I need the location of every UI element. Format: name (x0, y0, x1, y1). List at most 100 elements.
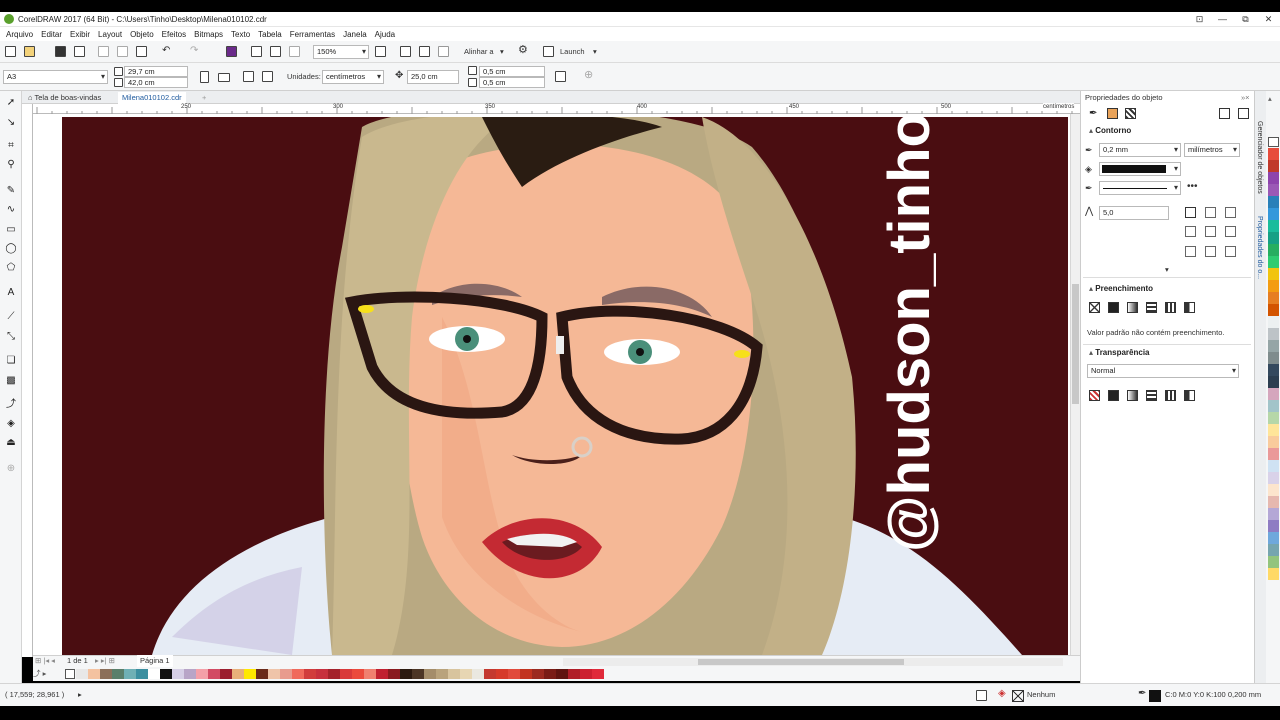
import-icon[interactable] (251, 46, 262, 57)
color-swatch[interactable] (424, 669, 436, 679)
color-swatch[interactable] (88, 669, 100, 679)
cap-square-icon[interactable] (1225, 226, 1236, 237)
fountain-transparency-icon[interactable] (1127, 390, 1138, 401)
restore-button[interactable]: ⧉ (1234, 14, 1257, 25)
eyedropper-tool-icon[interactable]: ⤴ (5, 399, 17, 411)
bitmap-pattern-transparency-icon[interactable] (1165, 390, 1176, 401)
color-swatch[interactable] (316, 669, 328, 679)
menu-ferramentas[interactable]: Ferramentas (290, 30, 335, 39)
transparency-mode-select[interactable]: Normal (1087, 364, 1239, 378)
color-swatch[interactable] (1268, 484, 1279, 496)
launch-app-icon[interactable] (543, 46, 554, 57)
bitmap-pattern-fill-icon[interactable] (1165, 302, 1176, 313)
no-fill-icon[interactable] (1089, 302, 1100, 313)
page-size-select[interactable]: A3 (3, 70, 108, 84)
color-swatch[interactable] (1268, 436, 1279, 448)
color-swatch[interactable] (556, 669, 568, 679)
color-swatch[interactable] (1268, 148, 1279, 160)
rectangle-tool-icon[interactable]: ▭ (5, 224, 17, 236)
color-swatch[interactable] (1268, 520, 1279, 532)
line-style-select[interactable] (1099, 181, 1181, 195)
cut-icon[interactable] (98, 46, 109, 57)
miter-limit-input[interactable]: 5,0 (1099, 206, 1169, 220)
color-swatch[interactable] (1268, 412, 1279, 424)
paste-icon[interactable] (136, 46, 147, 57)
color-swatch[interactable] (1268, 460, 1279, 472)
grid-icon[interactable] (419, 46, 430, 57)
menu-bitmaps[interactable]: Bitmaps (194, 30, 223, 39)
transparency-tab-icon[interactable] (1125, 108, 1136, 119)
color-swatch[interactable] (520, 669, 532, 679)
color-swatch[interactable] (460, 669, 472, 679)
palette-scroll-up-icon[interactable]: ▴ (1268, 93, 1272, 105)
position-center-icon[interactable] (1205, 246, 1216, 257)
color-swatch[interactable] (364, 669, 376, 679)
docker-collapse-icon[interactable]: »× (1241, 92, 1250, 104)
zoom-level-select[interactable]: 150% (313, 45, 369, 59)
color-swatch[interactable] (328, 669, 340, 679)
color-swatch[interactable] (1268, 268, 1279, 280)
color-swatch[interactable] (172, 669, 184, 679)
position-inside-icon[interactable] (1225, 246, 1236, 257)
tab-object-properties[interactable]: Propriedades do o... (1256, 216, 1263, 279)
horizontal-ruler[interactable]: 250 300 350 400 450 500 centímetros (33, 103, 1080, 114)
shape-tool-icon[interactable]: ↘ (5, 117, 17, 129)
color-swatch[interactable] (1268, 472, 1279, 484)
artistic-media-tool-icon[interactable]: ∿ (5, 204, 17, 216)
duplicate-x-input[interactable]: 0,5 cm (479, 66, 545, 77)
outline-pen-tab-icon[interactable]: ✒ (1089, 108, 1100, 119)
add-tool-icon[interactable]: ⊕ (5, 463, 17, 475)
color-swatch[interactable] (508, 669, 520, 679)
tab-welcome-screen[interactable]: ⌂ Tela de boas-vindas (24, 92, 105, 104)
corner-miter-icon[interactable] (1185, 207, 1196, 218)
two-color-fill-icon[interactable] (1184, 302, 1195, 313)
color-swatch[interactable] (1268, 304, 1279, 316)
freehand-tool-icon[interactable]: ✎ (5, 185, 17, 197)
color-swatch[interactable] (1268, 376, 1279, 388)
color-swatch[interactable] (1268, 208, 1279, 220)
color-swatch[interactable] (220, 669, 232, 679)
color-swatch[interactable] (352, 669, 364, 679)
color-swatch[interactable] (1268, 292, 1279, 304)
more-options-icon[interactable]: ••• (1187, 181, 1198, 193)
color-swatch[interactable] (472, 669, 484, 679)
current-page-icon[interactable] (262, 71, 273, 82)
outline-width-select[interactable]: 0,2 mm (1099, 143, 1181, 157)
outline-units-select[interactable]: milímetros (1184, 143, 1240, 157)
color-swatch[interactable] (1268, 508, 1279, 520)
color-swatch[interactable] (1268, 388, 1279, 400)
color-swatch[interactable] (592, 669, 604, 679)
color-swatch[interactable] (136, 669, 148, 679)
open-folder-icon[interactable] (24, 46, 35, 57)
menu-layout[interactable]: Layout (98, 30, 122, 39)
copy-icon[interactable] (117, 46, 128, 57)
drop-shadow-tool-icon[interactable]: ❏ (5, 355, 17, 367)
color-swatch[interactable] (532, 669, 544, 679)
color-swatch[interactable] (1268, 328, 1279, 340)
color-swatch[interactable] (1268, 340, 1279, 352)
transparency-tool-icon[interactable]: ▩ (5, 375, 17, 387)
uniform-fill-icon[interactable] (1108, 302, 1119, 313)
color-swatch[interactable] (1268, 400, 1279, 412)
palette-eyedropper-icon[interactable]: ⤴ ▸ (33, 668, 46, 680)
color-swatch[interactable] (1268, 532, 1279, 544)
nudge-distance-input[interactable]: 25,0 cm (407, 70, 459, 84)
color-swatch[interactable] (1268, 316, 1279, 328)
color-swatch[interactable] (244, 669, 256, 679)
help-window-button[interactable]: ⊡ (1188, 14, 1211, 25)
polygon-tool-icon[interactable]: ⬠ (5, 262, 17, 274)
ellipse-tool-icon[interactable]: ◯ (5, 243, 17, 255)
horizontal-scroll-thumb[interactable] (698, 659, 904, 665)
color-swatch[interactable] (1268, 184, 1279, 196)
fill-tab-icon[interactable] (1107, 108, 1118, 119)
fountain-fill-icon[interactable] (1127, 302, 1138, 313)
zoom-tool-icon[interactable]: ⚲ (5, 159, 17, 171)
new-tab-plus-icon[interactable]: + (198, 92, 210, 104)
color-swatch[interactable] (196, 669, 208, 679)
pick-tool-icon[interactable]: ➚ (5, 97, 17, 109)
frame-icon[interactable] (1219, 108, 1230, 119)
vector-pattern-fill-icon[interactable] (1146, 302, 1157, 313)
position-outside-icon[interactable] (1185, 246, 1196, 257)
color-swatch[interactable] (1268, 256, 1279, 268)
tab-document-file[interactable]: Milena010102.cdr (118, 92, 186, 104)
